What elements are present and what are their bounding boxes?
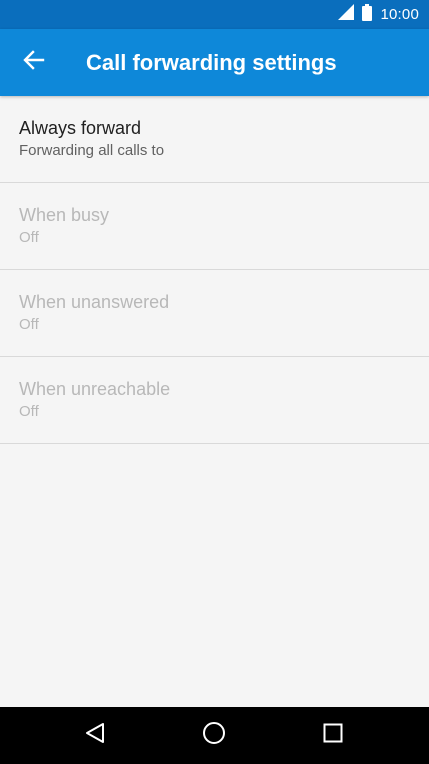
nav-recents-icon xyxy=(323,723,343,748)
back-button[interactable] xyxy=(14,42,54,82)
list-item-subtitle: Off xyxy=(19,316,39,333)
list-item-subtitle: Forwarding all calls to xyxy=(19,142,165,159)
cellular-signal-icon xyxy=(338,4,355,25)
list-item-when-unreachable[interactable]: When unreachable Off xyxy=(0,357,429,444)
call-forwarding-list: Always forward Forwarding all calls to W… xyxy=(0,96,429,444)
nav-back-button[interactable] xyxy=(75,715,115,755)
list-item-when-busy[interactable]: When busy Off xyxy=(0,183,429,270)
list-item-title: When busy xyxy=(19,205,110,225)
list-item-when-unanswered[interactable]: When unanswered Off xyxy=(0,270,429,357)
nav-recents-button[interactable] xyxy=(313,715,353,755)
nav-back-icon xyxy=(85,722,105,749)
list-item-title: When unreachable xyxy=(19,379,171,399)
status-bar: 10:00 xyxy=(0,0,429,29)
list-item-subtitle: Off xyxy=(19,229,39,246)
navigation-bar xyxy=(0,707,429,764)
status-icons: 10:00 xyxy=(338,0,419,29)
status-time: 10:00 xyxy=(380,6,419,23)
list-item-title: When unanswered xyxy=(19,292,170,312)
arrow-back-icon xyxy=(23,49,45,76)
page-title: Call forwarding settings xyxy=(86,50,337,75)
list-item-title: Always forward xyxy=(19,118,142,138)
nav-home-icon xyxy=(202,721,226,750)
app-bar: Call forwarding settings xyxy=(0,29,429,96)
nav-home-button[interactable] xyxy=(194,715,234,755)
list-item-subtitle: Off xyxy=(19,403,39,420)
battery-icon xyxy=(362,3,373,26)
list-item-always-forward[interactable]: Always forward Forwarding all calls to xyxy=(0,96,429,183)
